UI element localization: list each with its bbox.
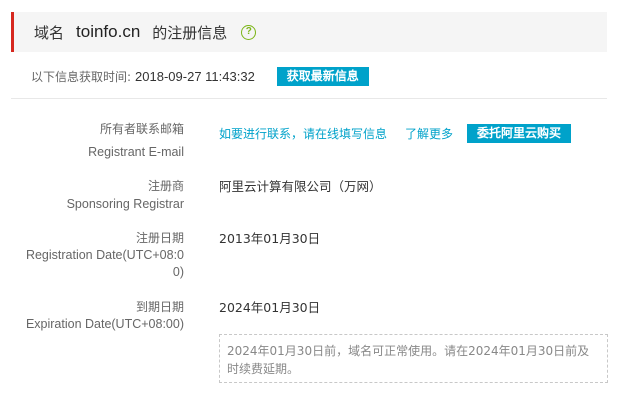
registrar-label-en: Sponsoring Registrar [66,197,184,211]
fetch-info-row: 以下信息获取时间: 2018-09-27 11:43:32 获取最新信息 [31,66,369,86]
contact-online-link[interactable]: 如要进行联系，请在线填写信息 [219,125,387,142]
header-suffix: 的注册信息 [152,23,228,42]
header-prefix: 域名 [34,23,65,42]
fetch-time-value: 2018-09-27 11:43:32 [135,68,255,84]
question-circle-icon[interactable]: ? [241,24,257,40]
divider [11,98,607,99]
domain-name: toinfo.cn [76,22,141,41]
registrar-label: 注册商 Sponsoring Registrar [67,178,184,213]
learn-more-link[interactable]: 了解更多 [405,125,453,142]
email-actions: 如要进行联系，请在线填写信息 了解更多 委托阿里云购买 [219,123,572,143]
registration-label: 注册日期 Registration Date(UTC+08:0 0) [26,230,184,281]
registration-label-en-2: 0) [172,265,184,279]
email-label: 所有者联系邮箱 Registrant E-mail [88,121,184,161]
expiration-value: 2024年01月30日 [219,300,321,315]
expiration-label-en: Expiration Date(UTC+08:00) [25,317,184,331]
entrust-aliyun-button[interactable]: 委托阿里云购买 [467,123,572,143]
email-label-cn: 所有者联系邮箱 [99,122,184,136]
registrar-value: 阿里云计算有限公司（万网） [219,179,382,194]
expiration-label-cn: 到期日期 [135,300,184,314]
registration-label-cn: 注册日期 [135,231,184,245]
registration-value: 2013年01月30日 [219,231,321,246]
registrar-label-cn: 注册商 [147,179,184,193]
domain-header: 域名 toinfo.cn 的注册信息 ? [11,12,607,52]
registration-label-en-1: Registration Date(UTC+08:0 [25,248,184,262]
fetch-time-label: 以下信息获取时间: [31,69,132,84]
email-label-en: Registrant E-mail [88,145,184,159]
expiration-label: 到期日期 Expiration Date(UTC+08:00) [26,299,184,333]
expiration-note: 2024年01月30日前，域名可正常使用。请在2024年01月30日前及时续费延… [219,334,608,383]
fetch-latest-button[interactable]: 获取最新信息 [276,66,369,86]
